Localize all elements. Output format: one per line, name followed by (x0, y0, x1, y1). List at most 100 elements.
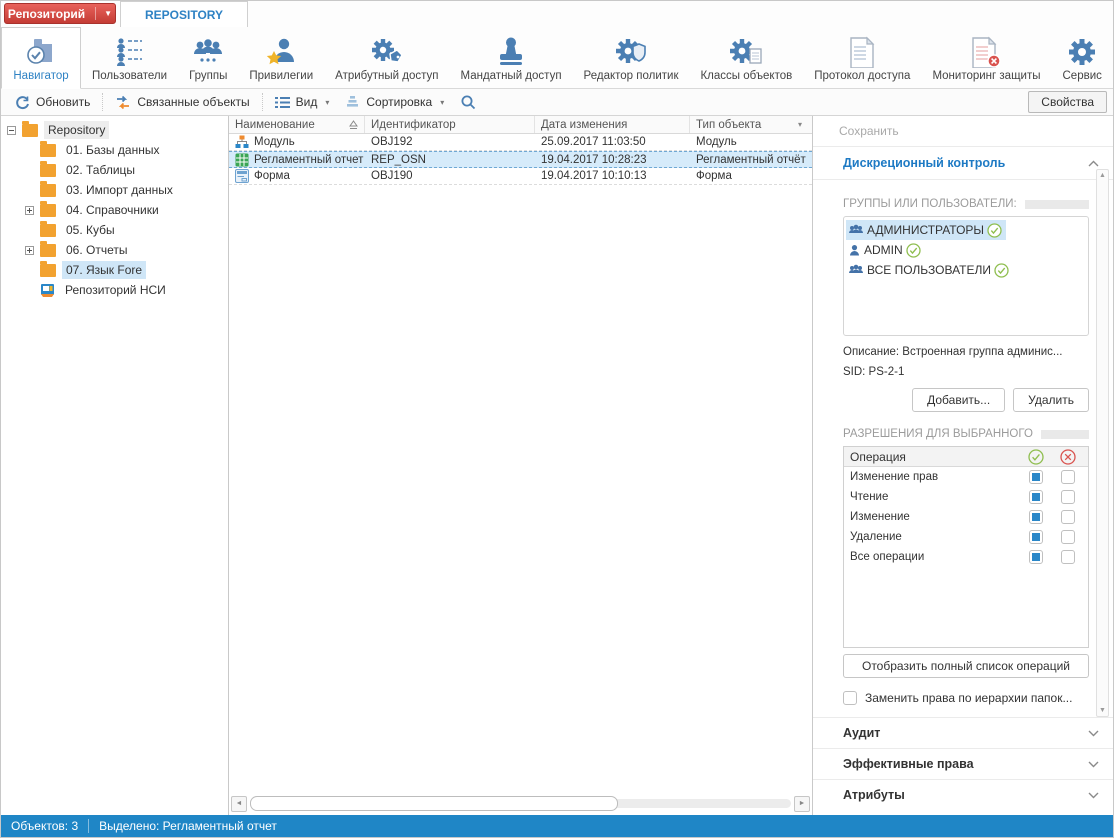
ribbon-item-users[interactable]: Пользователи (81, 27, 178, 88)
ribbon-item-groups[interactable]: Группы (178, 27, 238, 88)
permission-row-change-rights: Изменение прав (844, 467, 1088, 487)
horizontal-scrollbar[interactable]: ◄ ► (231, 795, 810, 812)
properties-panel: Сохранить Дискреционный контроль ГРУППЫ … (813, 116, 1113, 817)
allow-checkbox[interactable] (1029, 490, 1043, 504)
allow-checkbox[interactable] (1029, 550, 1043, 564)
user-icon (848, 244, 861, 257)
sort-dropdown[interactable]: Сортировка ▾ (337, 92, 452, 112)
tree-item-databases[interactable]: 01. Базы данных (1, 140, 228, 160)
ribbon-item-service[interactable]: Сервис (1052, 27, 1113, 88)
ribbon: Навигатор Пользователи Группы Привилегии… (1, 27, 1113, 89)
scrollbar-thumb[interactable] (250, 796, 618, 811)
chevron-down-icon: ▼ (95, 7, 112, 20)
search-button[interactable] (452, 91, 484, 113)
table-row-form[interactable]: Форма OBJ190 19.04.2017 10:10:13 Форма (229, 168, 812, 185)
chevron-down-icon: ▾ (325, 97, 330, 107)
acl-list[interactable]: АДМИНИСТРАТОРЫ ADMIN ВСЕ ПОЛЬЗОВАТЕЛИ (843, 216, 1089, 336)
allow-checkbox[interactable] (1029, 530, 1043, 544)
replace-rights-checkbox-row[interactable]: Заменить права по иерархии папок... (843, 691, 1089, 705)
table-row-regulated-report[interactable]: Регламентный отчет REP_OSN 19.04.2017 10… (229, 151, 812, 168)
ribbon-item-policy-editor[interactable]: Редактор политик (573, 27, 690, 88)
collapse-expander-icon[interactable] (7, 125, 16, 135)
tree-item-fore-language[interactable]: 07. Язык Fore (1, 260, 228, 280)
users-list-icon (114, 34, 146, 70)
repository-menu-button[interactable]: Репозиторий ▼ (4, 3, 116, 24)
refresh-button[interactable]: Обновить (7, 92, 98, 113)
toolbar-separator (102, 93, 104, 111)
column-header-identifier[interactable]: Идентификатор (365, 116, 535, 133)
column-filter-icon[interactable]: ▾ (798, 120, 806, 129)
scroll-left-icon[interactable]: ◄ (231, 795, 247, 812)
remove-button[interactable]: Удалить (1013, 388, 1089, 412)
repository-menu-label: Репозиторий (7, 6, 86, 21)
acl-sid: SID: PS-2-1 (843, 366, 905, 378)
toolbar: Обновить Связанные объекты Вид ▾ Сортиро… (1, 89, 1113, 116)
ribbon-item-access-protocol[interactable]: Протокол доступа (803, 27, 921, 88)
tree-item-dictionaries[interactable]: 04. Справочники (1, 200, 228, 220)
deny-column-icon (1052, 448, 1084, 465)
object-table-header: Наименование Идентификатор Дата изменени… (229, 116, 812, 134)
properties-button[interactable]: Свойства (1028, 91, 1107, 113)
tree-item-data-import[interactable]: 03. Импорт данных (1, 180, 228, 200)
scroll-up-icon[interactable]: ▲ (1099, 172, 1106, 179)
ribbon-item-mandatory-access[interactable]: Мандатный доступ (450, 27, 573, 88)
allow-checkbox[interactable] (1029, 470, 1043, 484)
ribbon-item-navigator[interactable]: Навигатор (1, 27, 81, 89)
show-full-operation-list-button[interactable]: Отобразить полный список операций (843, 654, 1089, 678)
view-dropdown[interactable]: Вид ▾ (267, 92, 338, 112)
scroll-right-icon[interactable]: ► (794, 795, 810, 812)
column-header-object-type[interactable]: Тип объекта ▾ (690, 116, 812, 133)
sort-ascending-icon (349, 119, 358, 130)
replace-rights-checkbox[interactable] (843, 691, 857, 705)
groups-or-users-label: ГРУППЫ ИЛИ ПОЛЬЗОВАТЕЛИ: (843, 198, 1089, 210)
tree-item-nsi-repository[interactable]: Репозиторий НСИ (1, 280, 228, 300)
section-discretionary-control[interactable]: Дискреционный контроль (813, 147, 1113, 180)
document-icon (849, 34, 875, 70)
objects-count: Объектов: 3 (11, 819, 79, 833)
vertical-scrollbar[interactable]: ▲ ▼ (1096, 169, 1109, 717)
stamp-icon (496, 34, 526, 70)
deny-checkbox[interactable] (1061, 490, 1075, 504)
scroll-down-icon[interactable]: ▼ (1099, 707, 1106, 714)
allowed-check-icon (906, 242, 921, 258)
section-effective-rights[interactable]: Эффективные права (813, 748, 1113, 779)
section-audit[interactable]: Аудит (813, 717, 1113, 748)
allowed-check-icon (994, 262, 1009, 278)
expand-expander-icon[interactable] (25, 205, 34, 215)
expand-expander-icon[interactable] (25, 245, 34, 255)
chevron-up-icon (1088, 160, 1099, 167)
tree-item-tables[interactable]: 02. Таблицы (1, 160, 228, 180)
tree-item-reports[interactable]: 06. Отчеты (1, 240, 228, 260)
save-button[interactable]: Сохранить (813, 116, 1113, 147)
deny-checkbox[interactable] (1061, 550, 1075, 564)
module-icon (235, 135, 249, 149)
deny-checkbox[interactable] (1061, 470, 1075, 484)
ribbon-item-attribute-access[interactable]: Атрибутный доступ (324, 27, 449, 88)
gear-document-icon (729, 34, 763, 70)
column-header-name[interactable]: Наименование (229, 116, 365, 133)
deny-checkbox[interactable] (1061, 530, 1075, 544)
ribbon-item-privileges[interactable]: Привилегии (238, 27, 324, 88)
folder-icon (40, 220, 56, 237)
table-row-module[interactable]: Модуль OBJ192 25.09.2017 11:03:50 Модуль (229, 134, 812, 151)
refresh-icon (15, 95, 30, 110)
tree-item-cubes[interactable]: 05. Кубы (1, 220, 228, 240)
allow-checkbox[interactable] (1029, 510, 1043, 524)
permissions-table: Операция Изменение прав Чтение Изменение… (843, 446, 1089, 648)
acl-entry-admin[interactable]: ADMIN (846, 240, 925, 260)
nsi-repository-icon (40, 283, 55, 297)
related-objects-button[interactable]: Связанные объекты (107, 92, 257, 113)
main-area: Repository 01. Базы данных 02. Таблицы 0… (1, 116, 1113, 817)
deny-checkbox[interactable] (1061, 510, 1075, 524)
acl-entry-all-users[interactable]: ВСЕ ПОЛЬЗОВАТЕЛИ (846, 260, 1013, 280)
selected-object-info: Выделено: Регламентный отчет (99, 819, 277, 833)
tab-repository[interactable]: REPOSITORY (120, 1, 249, 27)
tree-item-repository-root[interactable]: Repository (1, 120, 228, 140)
object-list-panel: Наименование Идентификатор Дата изменени… (229, 116, 813, 817)
acl-entry-administrators[interactable]: АДМИНИСТРАТОРЫ (846, 220, 1007, 240)
ribbon-item-security-monitoring[interactable]: Мониторинг защиты (921, 27, 1051, 88)
add-button[interactable]: Добавить... (912, 388, 1006, 412)
section-attributes[interactable]: Атрибуты (813, 779, 1113, 810)
column-header-modified-date[interactable]: Дата изменения (535, 116, 690, 133)
ribbon-item-object-classes[interactable]: Классы объектов (689, 27, 803, 88)
